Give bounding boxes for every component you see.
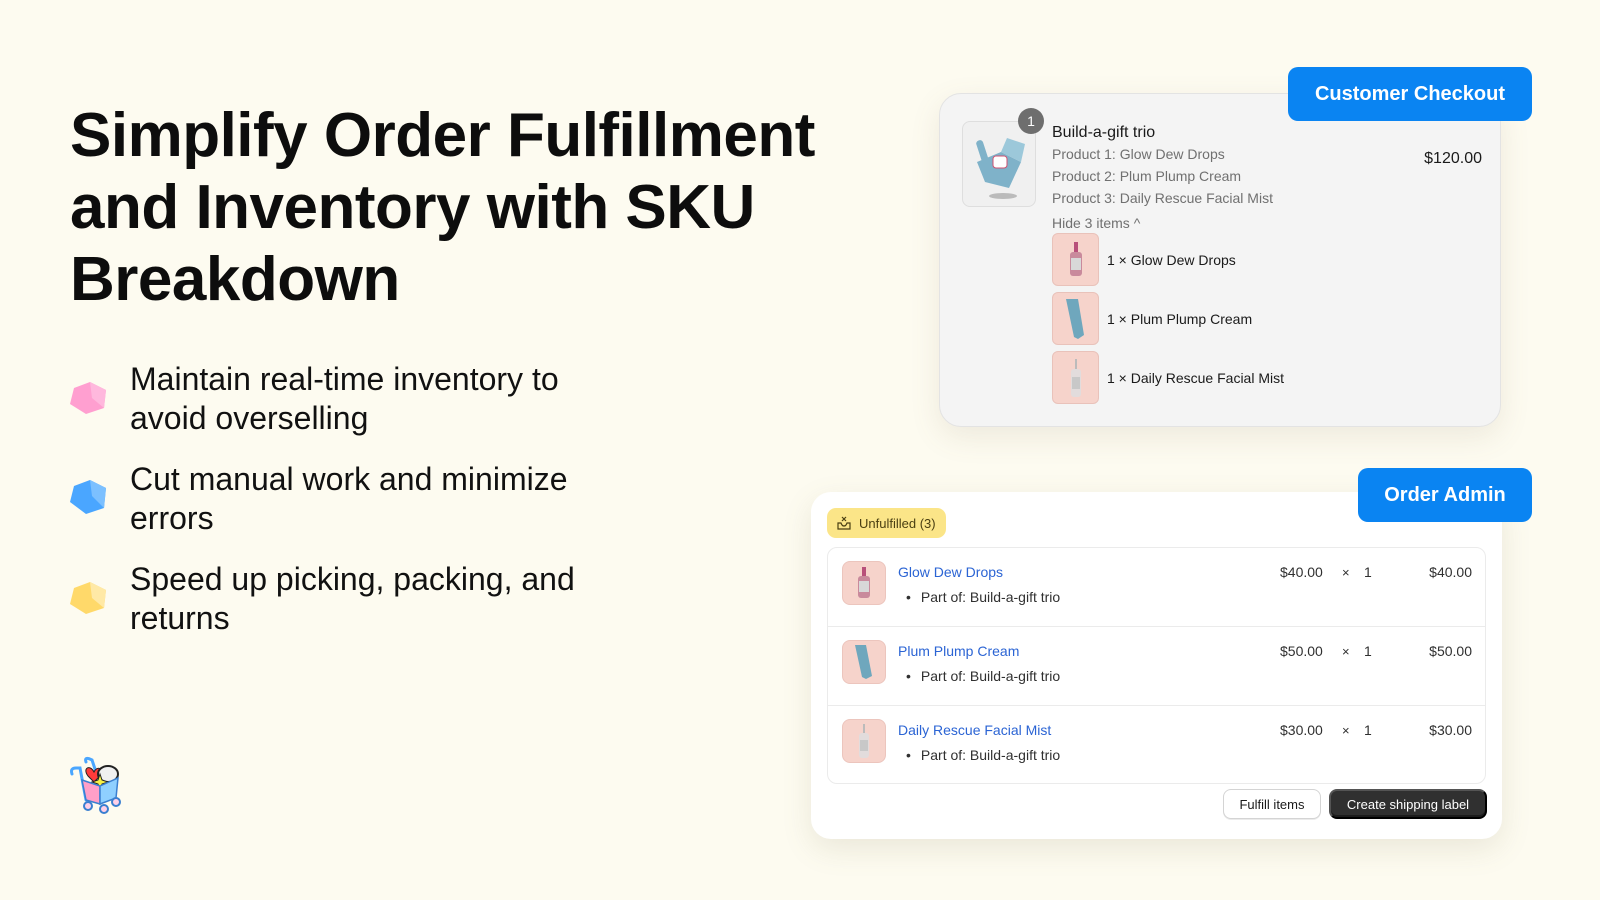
product-link[interactable]: Plum Plump Cream xyxy=(898,643,1019,659)
shopping-cart-logo-icon xyxy=(70,756,121,814)
feature-text: Maintain real-time inventory to avoid ov… xyxy=(130,361,559,436)
daily-rescue-facial-mist-image xyxy=(842,719,886,763)
line-items-list: Glow Dew Drops Part of: Build-a-gift tri… xyxy=(827,547,1486,784)
bundle-price: $120.00 xyxy=(1424,150,1482,167)
customer-checkout-card: 1 Build-a-gift trio Product 1: Glow Dew … xyxy=(939,93,1501,427)
feature-text: Speed up picking, packing, and returns xyxy=(130,561,575,636)
product-link[interactable]: Glow Dew Drops xyxy=(898,564,1003,580)
quantity-badge: 1 xyxy=(1018,108,1044,134)
feature-item: Maintain real-time inventory to avoid ov… xyxy=(66,360,590,460)
page-headline: Simplify Order Fulfillment and Inventory… xyxy=(70,101,815,314)
fulfill-items-button[interactable]: Fulfill items xyxy=(1223,789,1321,819)
bundle-parent-note: Part of: Build-a-gift trio xyxy=(906,668,1060,684)
status-badge-label: Unfulfilled (3) xyxy=(859,515,936,531)
order-admin-tag: Order Admin xyxy=(1358,468,1532,522)
bundle-parent-note: Part of: Build-a-gift trio xyxy=(906,747,1060,763)
unfulfilled-status-badge: Unfulfilled (3) xyxy=(827,508,946,538)
bundle-product-image xyxy=(962,121,1036,207)
feature-item: Cut manual work and minimize errors xyxy=(66,460,590,560)
customer-checkout-tag: Customer Checkout xyxy=(1288,67,1532,121)
glow-dew-drops-image xyxy=(1052,233,1099,286)
order-admin-card: Unfulfilled (3) Glow Dew Drops Part of: … xyxy=(811,492,1502,839)
pink-cube-icon xyxy=(70,382,106,414)
multiply-sign: × xyxy=(1342,723,1350,738)
feature-text: Cut manual work and minimize errors xyxy=(130,461,568,536)
quantity: 1 xyxy=(1364,564,1372,580)
sub-item-label: 1 × Plum Plump Cream xyxy=(1107,310,1253,327)
bundle-title: Build-a-gift trio xyxy=(1052,124,1156,141)
bundle-sub-item: 1 × Plum Plump Cream xyxy=(1052,292,1252,345)
unit-price: $50.00 xyxy=(1280,643,1323,659)
unit-price: $30.00 xyxy=(1280,722,1323,738)
bundle-product-line: Product 3: Daily Rescue Facial Mist xyxy=(1052,190,1273,206)
create-shipping-label-button[interactable]: Create shipping label xyxy=(1329,789,1487,819)
multiply-sign: × xyxy=(1342,644,1350,659)
feature-list: Maintain real-time inventory to avoid ov… xyxy=(66,360,590,660)
bundle-sub-item: 1 × Daily Rescue Facial Mist xyxy=(1052,351,1284,404)
line-item-row: Daily Rescue Facial Mist Part of: Build-… xyxy=(828,706,1485,785)
daily-rescue-facial-mist-image xyxy=(1052,351,1099,404)
hide-items-toggle[interactable]: Hide 3 items ^ xyxy=(1052,215,1140,231)
yellow-cube-icon xyxy=(70,582,106,614)
unit-price: $40.00 xyxy=(1280,564,1323,580)
line-item-row: Plum Plump Cream Part of: Build-a-gift t… xyxy=(828,627,1485,706)
bundle-parent-note: Part of: Build-a-gift trio xyxy=(906,589,1060,605)
sub-item-label: 1 × Daily Rescue Facial Mist xyxy=(1107,369,1285,386)
line-total: $30.00 xyxy=(1429,722,1472,738)
blue-cube-icon xyxy=(70,480,106,514)
product-link[interactable]: Daily Rescue Facial Mist xyxy=(898,722,1051,738)
bundle-product-line: Product 1: Glow Dew Drops xyxy=(1052,146,1225,162)
plum-plump-cream-image xyxy=(1052,292,1099,345)
line-total: $50.00 xyxy=(1429,643,1472,659)
sub-item-label: 1 × Glow Dew Drops xyxy=(1107,251,1236,268)
unfulfilled-icon xyxy=(837,516,851,530)
glow-dew-drops-image xyxy=(842,561,886,605)
multiply-sign: × xyxy=(1342,565,1350,580)
quantity: 1 xyxy=(1364,643,1372,659)
feature-item: Speed up picking, packing, and returns xyxy=(66,560,590,660)
quantity: 1 xyxy=(1364,722,1372,738)
plum-plump-cream-image xyxy=(842,640,886,684)
bundle-sub-item: 1 × Glow Dew Drops xyxy=(1052,233,1236,286)
bundle-product-line: Product 2: Plum Plump Cream xyxy=(1052,168,1242,184)
line-item-row: Glow Dew Drops Part of: Build-a-gift tri… xyxy=(828,548,1485,627)
line-total: $40.00 xyxy=(1429,564,1472,580)
